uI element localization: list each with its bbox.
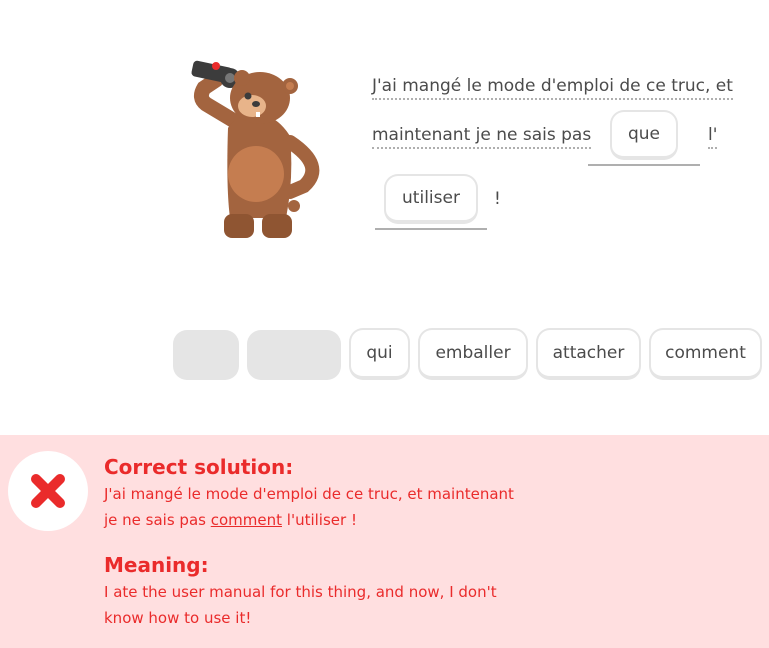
- word-bank-placeholder-1: [173, 330, 239, 380]
- meaning-title: Meaning:: [104, 553, 209, 577]
- word-bank-chip-attacher[interactable]: attacher: [536, 328, 641, 380]
- close-icon: [31, 474, 65, 508]
- feedback-banner: Correct solution: J'ai mangé le mode d'e…: [0, 435, 769, 648]
- meaning-text: I ate the user manual for this thing, an…: [104, 583, 497, 627]
- status-badge: [8, 451, 88, 531]
- sentence-end: !: [494, 189, 501, 209]
- sentence-fragment-l[interactable]: l': [708, 125, 718, 149]
- word-bank-chip-emballer[interactable]: emballer: [418, 328, 528, 380]
- word-bank-chip-comment[interactable]: comment: [649, 328, 762, 380]
- answer-chip-que[interactable]: que: [610, 110, 678, 160]
- solution-text: J'ai mangé le mode d'emploi de ce truc, …: [104, 481, 524, 533]
- word-bank-chip-qui[interactable]: qui: [349, 328, 410, 380]
- solution-highlight: comment: [210, 511, 282, 529]
- sentence-line-1[interactable]: J'ai mangé le mode d'emploi de ce truc, …: [372, 76, 733, 100]
- answer-chip-utiliser[interactable]: utiliser: [384, 174, 478, 224]
- word-bank-placeholder-2: [247, 330, 341, 380]
- solution-text-part2: l'utiliser !: [286, 511, 357, 529]
- sentence-line-2[interactable]: maintenant je ne sais pas: [372, 125, 592, 149]
- bear-character: [191, 60, 320, 238]
- solution-title: Correct solution:: [104, 455, 294, 479]
